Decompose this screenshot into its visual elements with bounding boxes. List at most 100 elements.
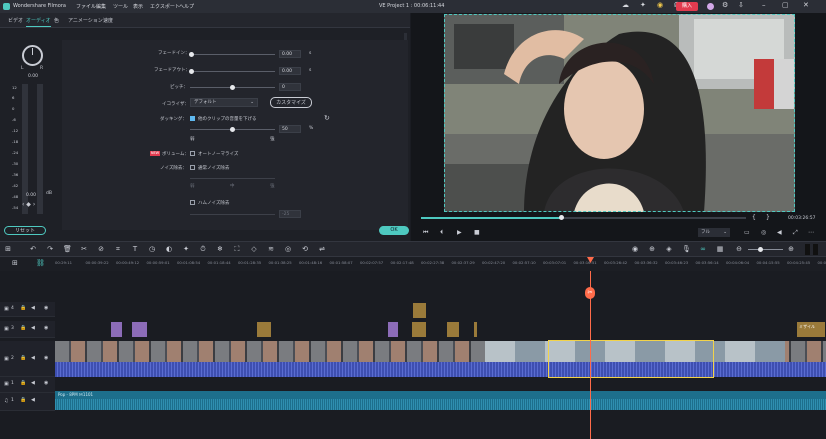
quality-select[interactable]: フル ⌄ [698, 228, 730, 237]
equalizer-select[interactable]: デフォルト ⌄ [190, 98, 258, 107]
tab-video[interactable]: ビデオ [8, 17, 23, 24]
snap-icon[interactable]: ∞ [699, 245, 707, 253]
text-icon[interactable]: T [131, 245, 139, 253]
crop-icon[interactable]: ⌗ [114, 245, 122, 253]
mute-icon[interactable]: ◀ [31, 355, 35, 361]
reset-button[interactable]: リセット [4, 226, 46, 235]
delete-icon[interactable]: 🗑 [63, 245, 72, 253]
title-clip[interactable] [131, 321, 148, 338]
mute-icon[interactable]: ◀ [31, 325, 35, 331]
buy-button[interactable]: 購入 [676, 2, 698, 11]
motion-icon[interactable]: ◎ [284, 245, 292, 253]
step-back-icon[interactable]: ⏮ [423, 229, 428, 237]
play-icon[interactable]: ▶ [457, 229, 462, 236]
pitch-value[interactable]: 0 [279, 83, 301, 91]
fade-out-value[interactable]: 0.00 [279, 67, 301, 75]
avatar[interactable] [707, 3, 714, 10]
denoise-checkbox[interactable] [190, 165, 195, 170]
reset-icon[interactable]: ↻ [324, 114, 330, 122]
menu-edit[interactable]: 編集 [96, 3, 106, 10]
lock-icon[interactable]: 🔒 [20, 355, 26, 361]
lock-icon[interactable]: 🔒 [20, 380, 26, 386]
redo-icon[interactable]: ↷ [46, 245, 54, 253]
render-icon[interactable]: ◉ [631, 245, 639, 253]
effect-icon[interactable]: ✦ [182, 245, 190, 253]
mute-icon[interactable]: ◀ [31, 397, 35, 403]
video-frame[interactable] [444, 14, 795, 212]
auto-normalize-checkbox[interactable] [190, 151, 195, 156]
eye-icon[interactable]: ◉ [44, 305, 48, 311]
mute-icon[interactable]: ◀ [31, 380, 35, 386]
lock-icon[interactable]: 🔒 [20, 305, 26, 311]
audio-wave-icon[interactable]: ≋ [267, 245, 275, 253]
lightbulb-icon[interactable]: ✦ [640, 1, 646, 9]
marker-icon[interactable]: ⊕ [648, 245, 656, 253]
tab-color[interactable]: 色 [54, 17, 59, 24]
keyframe-icon[interactable]: ◇ [250, 245, 258, 253]
denoise-slider[interactable] [190, 178, 275, 179]
cut-icon[interactable]: ✂ [80, 245, 88, 253]
sticker-clip[interactable] [446, 321, 460, 338]
add-track-icon[interactable]: ⊞ [12, 259, 18, 267]
scissors-icon[interactable]: ✂ [585, 287, 595, 299]
monitor-icon[interactable]: ▭ [744, 229, 750, 236]
mark-in-icon[interactable]: { [752, 214, 756, 221]
zoom-in-icon[interactable]: ⊕ [787, 245, 795, 253]
menu-export[interactable]: エクスポート [150, 3, 180, 10]
mark-out-icon[interactable]: } [766, 214, 770, 221]
sticker-clip[interactable] [411, 321, 427, 338]
tab-audio[interactable]: オーディオ [26, 17, 51, 27]
lock-icon[interactable]: 🔒 [20, 325, 26, 331]
support-icon[interactable]: ◉ [657, 1, 663, 9]
more-icon[interactable]: ⋯ [808, 229, 814, 236]
pitch-slider[interactable] [190, 85, 275, 90]
selected-clip[interactable] [548, 340, 714, 378]
sticker-clip[interactable] [256, 321, 272, 338]
sticker-clip[interactable] [473, 321, 478, 338]
undo-icon[interactable]: ↶ [29, 245, 37, 253]
time-ruler[interactable]: ⊞ ⛓ 00:29:11 00:00:39:22 00:00:49:12 00:00:… [0, 257, 826, 271]
layout-icon[interactable]: ⊞ [4, 245, 12, 253]
timer-icon[interactable]: ⏱ [199, 245, 207, 253]
split-audio-icon[interactable]: ⇌ [318, 245, 326, 253]
fade-in-slider[interactable] [189, 52, 275, 57]
playback-progress[interactable] [421, 215, 746, 220]
title-clip[interactable] [110, 321, 123, 338]
cloud-icon[interactable]: ☁ [622, 1, 629, 9]
mask-icon[interactable]: ◈ [665, 245, 673, 253]
menu-file[interactable]: ファイル [76, 3, 96, 10]
pan-knob[interactable] [22, 45, 43, 66]
meter-controls-icon[interactable]: ‹ ◆ › [22, 201, 35, 208]
mic-icon[interactable]: 🎙 [682, 245, 691, 253]
zoom-slider[interactable] [748, 247, 783, 252]
link-icon[interactable]: ⛓ [36, 259, 45, 267]
eye-icon[interactable]: ◉ [44, 325, 48, 331]
effect-clip[interactable] [412, 302, 427, 319]
zoom-out-icon[interactable]: ⊖ [735, 245, 743, 253]
notification-icon[interactable]: ⚙ [722, 1, 728, 9]
minimize-icon[interactable]: – [762, 1, 766, 9]
mute-icon[interactable]: ◀ [31, 305, 35, 311]
snapshot-icon[interactable]: ◎ [761, 229, 766, 236]
hum-checkbox[interactable] [190, 200, 195, 205]
audio-clip[interactable]: Pop - 8PM Ｍ1101 [55, 391, 826, 410]
fit-icon[interactable]: ⛶ [233, 245, 241, 253]
hum-value[interactable]: -25 [279, 210, 301, 218]
eye-icon[interactable]: ◉ [44, 355, 48, 361]
menu-help[interactable]: ヘルプ [179, 3, 194, 10]
tag-icon[interactable]: ⊘ [97, 245, 105, 253]
ducking-slider[interactable] [190, 127, 275, 132]
tab-speed[interactable]: 速度 [103, 17, 113, 24]
panel-toggle2-icon[interactable] [813, 244, 818, 255]
color-icon[interactable]: ◐ [165, 245, 173, 253]
menu-view[interactable]: 表示 [133, 3, 143, 10]
tab-animation[interactable]: アニメーション [68, 17, 103, 24]
title-clip-label[interactable]: ミザイル [796, 321, 826, 338]
freeze-icon[interactable]: ❄ [216, 245, 224, 253]
ducking-value[interactable]: 50 [279, 125, 301, 133]
speed-icon[interactable]: ◷ [148, 245, 156, 253]
stop-icon[interactable]: ■ [474, 229, 480, 236]
grid-icon[interactable]: ▦ [716, 245, 724, 253]
fullscreen-icon[interactable]: ⤢ [793, 229, 798, 237]
ok-button[interactable]: OK [379, 226, 409, 235]
